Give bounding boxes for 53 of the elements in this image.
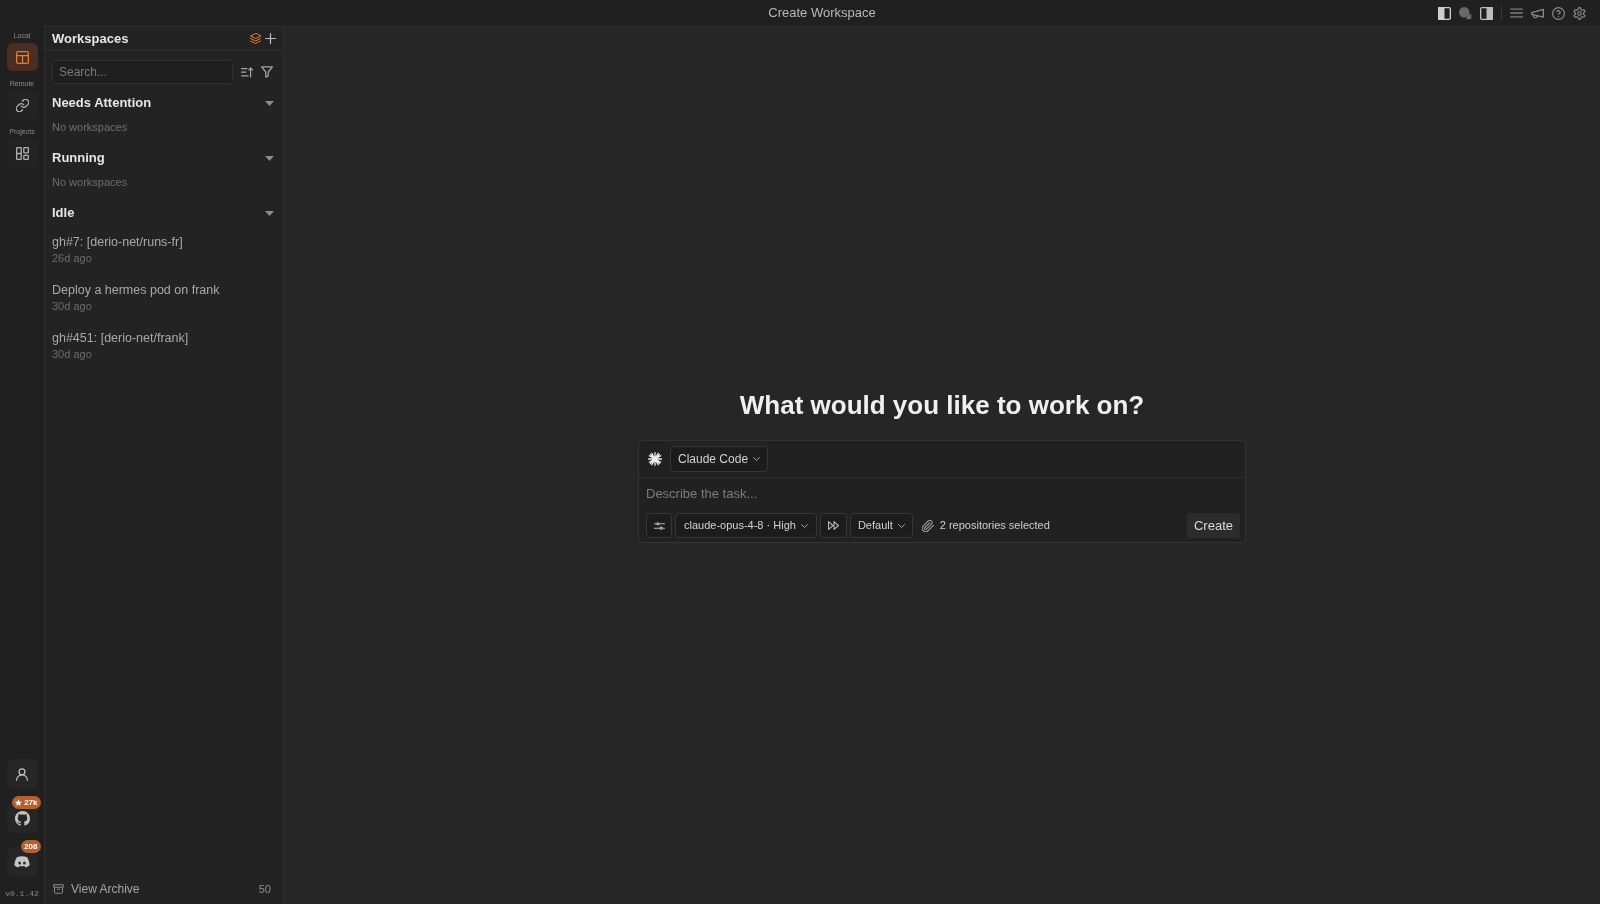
- discord-icon: [14, 856, 30, 868]
- archive-count: 50: [258, 881, 271, 897]
- composer-box[interactable]: Claude Code Describe the task... claude-opus-4-8 · High Default 2 repositories selected Create: [638, 440, 1246, 543]
- rail-tab[interactable]: [6, 43, 38, 71]
- fast-forward-icon: [827, 521, 839, 530]
- search-field[interactable]: Search...: [52, 60, 233, 84]
- empty-state-text: No workspaces: [51, 175, 129, 190]
- menu-icon[interactable]: [1510, 8, 1523, 18]
- filter-icon[interactable]: [261, 66, 273, 78]
- archive-icon: [53, 884, 64, 894]
- star-icon: [15, 799, 23, 806]
- empty-state-text: No workspaces: [51, 120, 129, 135]
- bubbles-icon[interactable]: [1459, 6, 1472, 20]
- fast-forward-button[interactable]: [819, 513, 847, 538]
- add-icon[interactable]: [265, 33, 276, 44]
- paperclip-icon[interactable]: [921, 519, 934, 532]
- main-heading: What would you like to work on?: [739, 389, 1145, 422]
- settings-icon[interactable]: [1573, 6, 1586, 20]
- mode-dropdown[interactable]: Default: [849, 513, 913, 538]
- sliders-icon: [653, 521, 665, 530]
- chevron-down-icon: [753, 457, 761, 461]
- chevron-down-icon: [800, 523, 808, 528]
- workspace-item[interactable]: gh#7: [derio-net/runs-fr] 26d ago: [45, 228, 283, 276]
- model-dropdown[interactable]: claude-opus-4-8 · High: [675, 513, 817, 538]
- layers-icon[interactable]: [250, 33, 261, 44]
- agent-dropdown[interactable]: Claude Code: [670, 446, 769, 472]
- count-badge: 208: [21, 840, 41, 853]
- account-button[interactable]: [6, 759, 38, 789]
- group-header[interactable]: Needs Attention: [45, 92, 283, 114]
- sidebar-title: Workspaces: [52, 29, 130, 48]
- options-button[interactable]: [646, 513, 672, 538]
- view-archive-button[interactable]: View Archive: [53, 880, 140, 898]
- star-count: 27k: [24, 797, 38, 808]
- create-button[interactable]: Create: [1186, 513, 1240, 538]
- workspace-item[interactable]: Deploy a hermes pod on frank 30d ago: [45, 276, 283, 324]
- version-label: v0.1.42: [5, 889, 39, 899]
- link-icon: [15, 98, 29, 112]
- group-header[interactable]: Running: [45, 147, 283, 169]
- starburst-icon: [648, 452, 662, 466]
- chevron-down-icon: [897, 523, 905, 528]
- help-icon[interactable]: [1552, 6, 1565, 20]
- window-title: Create Workspace: [768, 4, 876, 23]
- repositories-link[interactable]: 2 repositories selected: [939, 517, 1050, 534]
- left-panel-icon[interactable]: [1438, 6, 1451, 20]
- user-icon: [16, 767, 28, 781]
- group-header[interactable]: Idle: [45, 202, 283, 224]
- workspace-item[interactable]: gh#451: [derio-net/frank] 30d ago: [45, 324, 283, 372]
- layout-icon: [15, 50, 29, 64]
- sort-icon[interactable]: [241, 66, 253, 78]
- megaphone-icon[interactable]: [1531, 7, 1544, 19]
- board-icon: [15, 146, 29, 160]
- github-icon: [14, 810, 30, 826]
- right-panel-icon[interactable]: [1480, 6, 1493, 20]
